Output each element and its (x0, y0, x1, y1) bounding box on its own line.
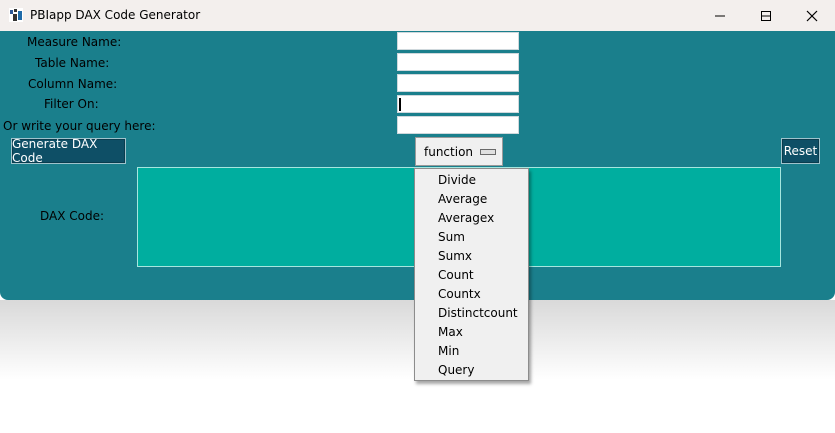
menu-item-averagex[interactable]: Averagex (438, 211, 494, 225)
function-select-value: function (424, 145, 474, 159)
query-label: Or write your query here: (3, 119, 156, 133)
table-name-input[interactable] (397, 53, 519, 71)
menu-item-query[interactable]: Query (438, 363, 474, 377)
close-button[interactable] (789, 0, 835, 31)
menu-item-count[interactable]: Count (438, 268, 474, 282)
column-name-input[interactable] (397, 74, 519, 92)
maximize-icon (761, 10, 771, 21)
column-name-label: Column Name: (28, 77, 118, 91)
reset-button[interactable]: Reset (781, 138, 820, 164)
window-title: PBIapp DAX Code Generator (30, 8, 201, 22)
maximize-button[interactable] (743, 0, 789, 31)
close-icon (806, 10, 818, 21)
menu-item-distinctcount[interactable]: Distinctcount (438, 306, 518, 320)
text-cursor (399, 98, 401, 111)
title-bar: PBIapp DAX Code Generator (0, 0, 835, 31)
minimize-button-main[interactable] (697, 0, 743, 31)
menu-item-max[interactable]: Max (438, 325, 463, 339)
filter-on-input[interactable] (397, 95, 519, 113)
function-select[interactable]: function (415, 137, 503, 166)
generate-dax-button[interactable]: Generate DAX Code (11, 137, 126, 165)
menu-item-average[interactable]: Average (438, 192, 487, 206)
query-input[interactable] (397, 116, 519, 134)
table-name-label: Table Name: (35, 56, 110, 70)
menu-item-divide[interactable]: Divide (438, 173, 476, 187)
minimize-icon (715, 15, 725, 16)
app-icon (9, 8, 23, 22)
function-dropdown-menu: Divide Average Averagex Sum Sumx Count C… (414, 168, 529, 381)
menu-item-sumx[interactable]: Sumx (438, 249, 472, 263)
measure-name-input[interactable] (397, 32, 519, 50)
dropdown-indicator-icon (480, 149, 496, 155)
measure-name-label: Measure Name: (27, 35, 122, 49)
filter-on-label: Filter On: (44, 97, 99, 111)
menu-item-countx[interactable]: Countx (438, 287, 481, 301)
menu-item-min[interactable]: Min (438, 344, 459, 358)
dax-code-label: DAX Code: (40, 209, 105, 223)
menu-item-sum[interactable]: Sum (438, 230, 465, 244)
